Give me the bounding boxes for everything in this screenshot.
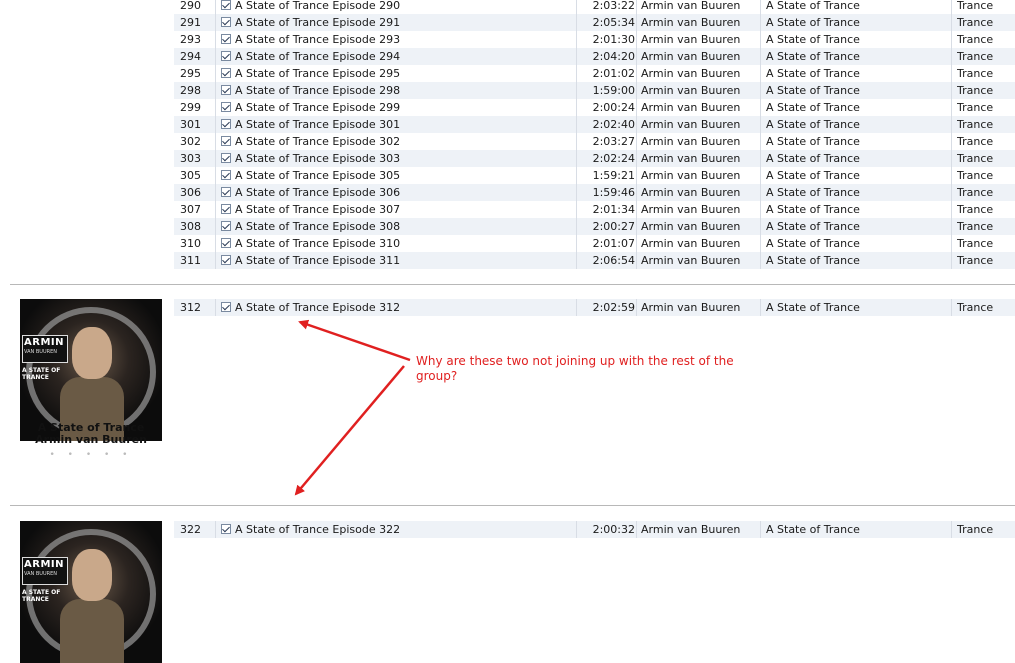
column-divider[interactable] <box>636 521 637 538</box>
annotation-arrows <box>294 319 411 496</box>
column-divider[interactable] <box>576 521 577 538</box>
column-divider[interactable] <box>215 299 216 316</box>
column-divider[interactable] <box>576 299 577 316</box>
artwork-title-text-2: TRANCE <box>22 596 49 603</box>
annotation-arrow-up <box>298 319 411 362</box>
column-divider[interactable] <box>760 299 761 316</box>
column-divider[interactable] <box>951 299 952 316</box>
column-divider[interactable] <box>215 521 216 538</box>
artwork-figure-body <box>60 599 124 663</box>
column-divider[interactable] <box>636 299 637 316</box>
column-divider[interactable] <box>951 521 952 538</box>
column-divider[interactable] <box>760 521 761 538</box>
annotation-arrow-down <box>294 365 405 496</box>
